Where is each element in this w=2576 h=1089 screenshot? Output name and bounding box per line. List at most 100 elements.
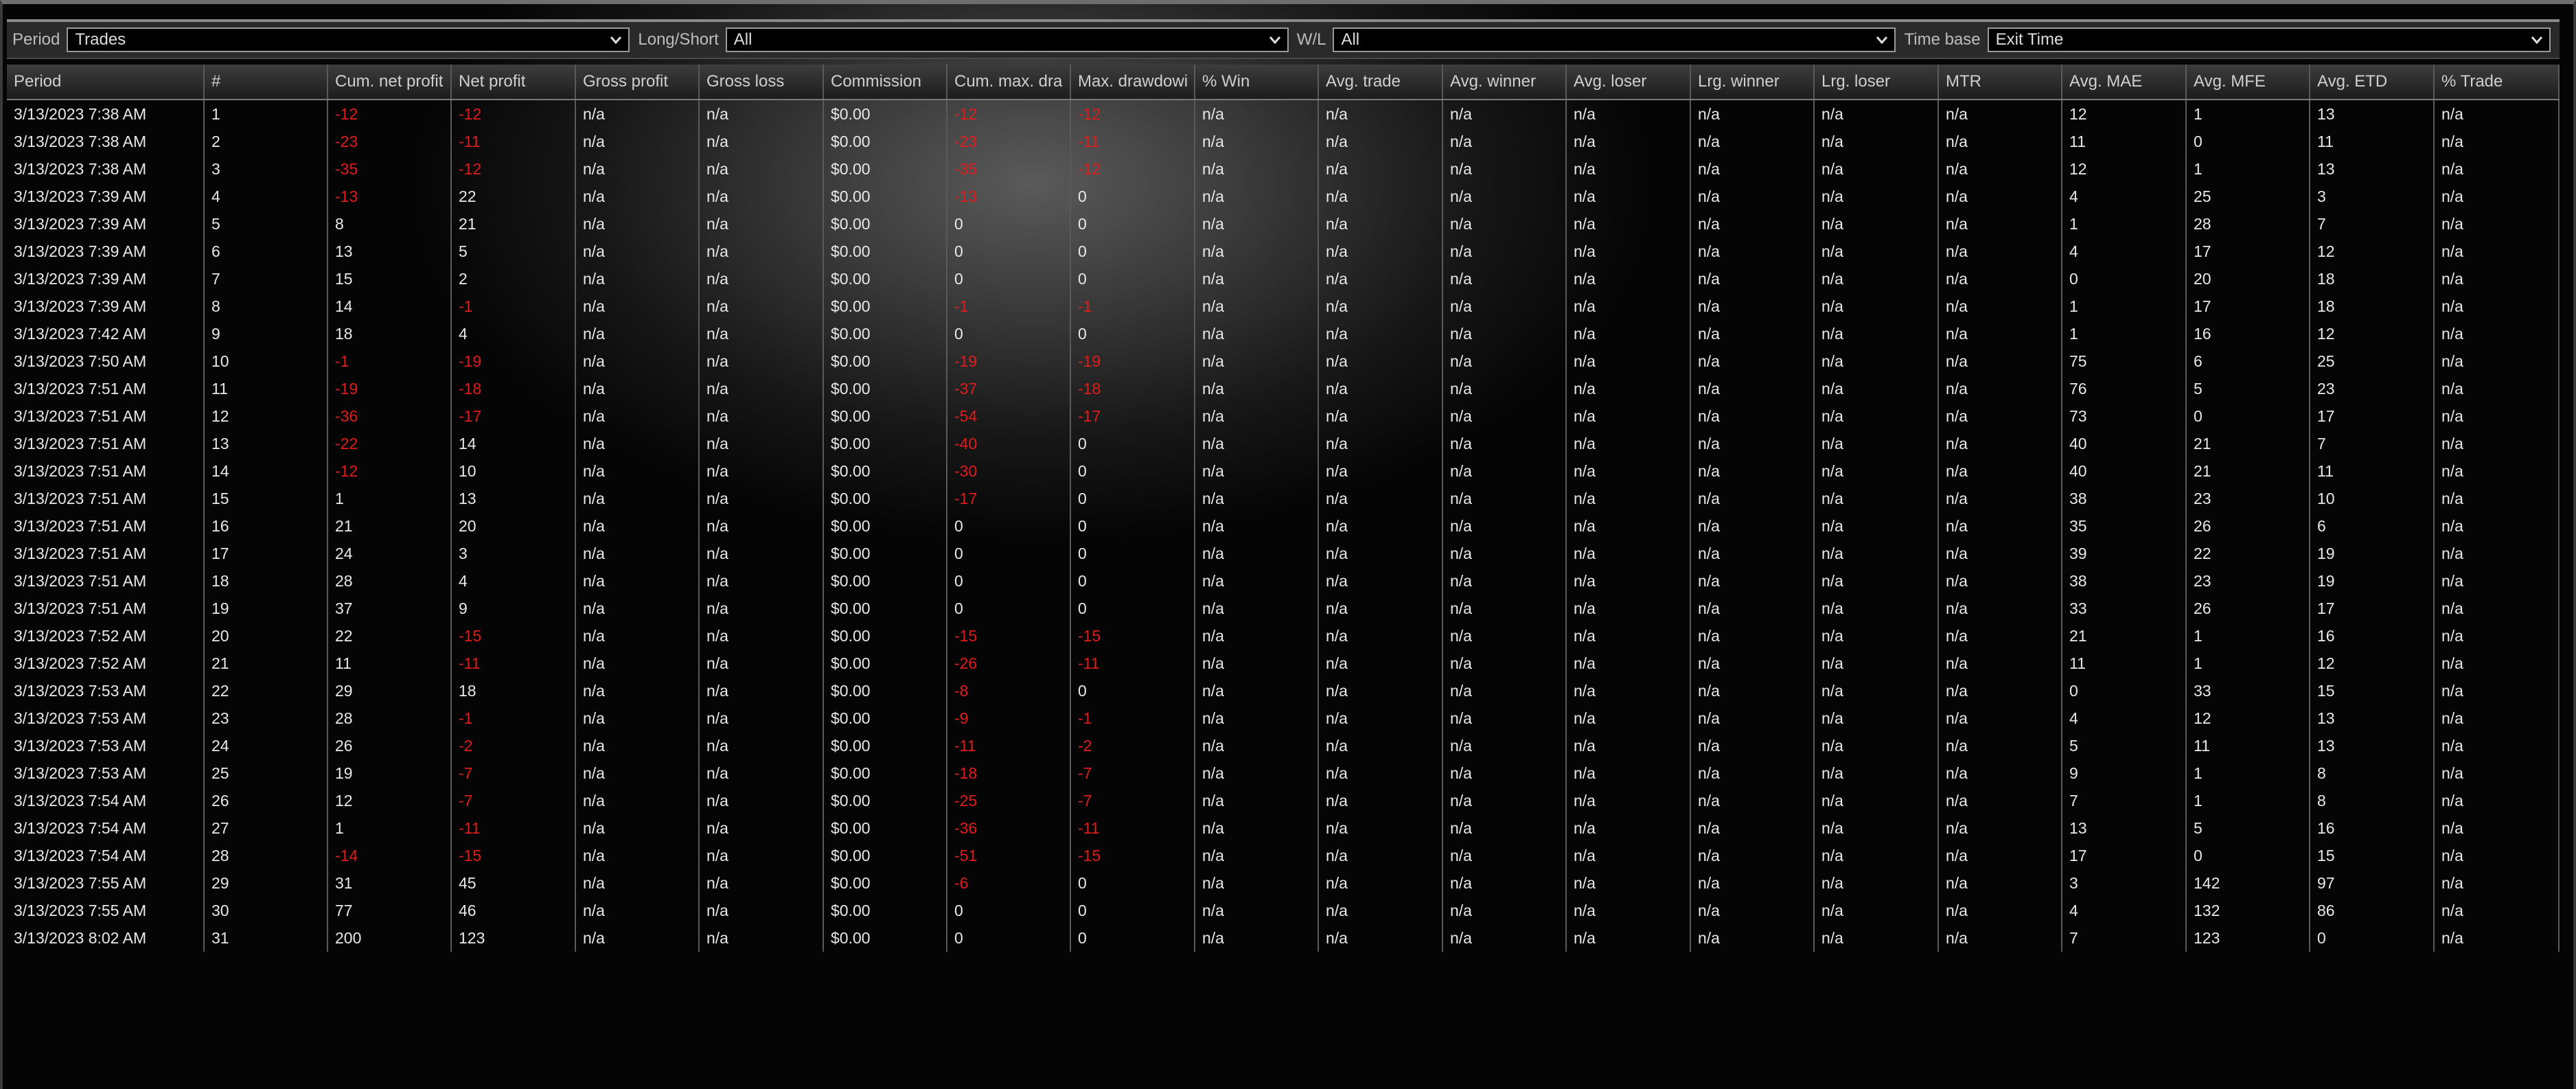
- table-row[interactable]: 3/13/2023 7:39 AM 8 14 -1 n/a n/a $0.00 -1 -1 n/a…: [7, 293, 2560, 320]
- table-cell-commission: $0.00: [824, 128, 947, 155]
- column-header-commission[interactable]: Commission: [824, 65, 947, 99]
- table-cell-avg-winner: n/a: [1443, 512, 1567, 540]
- table-cell-avg-winner: n/a: [1443, 759, 1567, 787]
- table-cell-cum-net-profit: 21: [328, 512, 452, 540]
- table-cell-avg-loser: n/a: [1567, 869, 1691, 897]
- table-cell-cum-net-profit: 1: [328, 485, 452, 512]
- column-header-trade[interactable]: % Trade: [2435, 65, 2560, 99]
- column-header-net-profit[interactable]: Net profit: [452, 65, 576, 99]
- table-cell-avg-mae: 4: [2062, 704, 2187, 732]
- table-cell-avg-loser: n/a: [1567, 430, 1691, 457]
- table-cell-avg-etd: 19: [2310, 540, 2435, 567]
- table-row[interactable]: 3/13/2023 7:51 AM 19 37 9 n/a n/a $0.00 0 0 n/a n/…: [7, 595, 2560, 622]
- time-base-select[interactable]: Exit Time: [1987, 27, 2551, 52]
- column-header-mtr[interactable]: MTR: [1939, 65, 2062, 99]
- table-cell-gross-profit: n/a: [576, 485, 700, 512]
- column-header-avg-winner[interactable]: Avg. winner: [1443, 65, 1567, 99]
- table-cell-gross-profit: n/a: [576, 540, 700, 567]
- table-cell-commission: $0.00: [824, 540, 947, 567]
- column-header-avg-mae[interactable]: Avg. MAE: [2062, 65, 2187, 99]
- table-row[interactable]: 3/13/2023 7:39 AM 5 8 21 n/a n/a $0.00 0 0 n/a n/a…: [7, 210, 2560, 238]
- long-short-select[interactable]: All: [725, 27, 1289, 52]
- column-header-num[interactable]: #: [205, 65, 328, 99]
- table-cell-avg-etd: 11: [2310, 457, 2435, 485]
- table-row[interactable]: 3/13/2023 7:39 AM 4 -13 22 n/a n/a $0.00 -13 0 n/…: [7, 183, 2560, 210]
- column-header-gross-profit[interactable]: Gross profit: [576, 65, 700, 99]
- table-row[interactable]: 3/13/2023 7:39 AM 6 13 5 n/a n/a $0.00 0 0 n/a n/a…: [7, 238, 2560, 265]
- table-row[interactable]: 3/13/2023 7:51 AM 12 -36 -17 n/a n/a $0.00 -54-…: [7, 402, 2560, 430]
- table-cell-lrg-loser: n/a: [1815, 677, 1939, 704]
- table-cell-cum-max-dra: -13: [947, 183, 1071, 210]
- table-row[interactable]: 3/13/2023 7:42 AM 9 18 4 n/a n/a $0.00 0 0 n/a n/a…: [7, 320, 2560, 347]
- table-row[interactable]: 3/13/2023 7:51 AM 16 21 20 n/a n/a $0.00 0 0 n/a n…: [7, 512, 2560, 540]
- table-cell-avg-winner: n/a: [1443, 265, 1567, 293]
- column-header-period[interactable]: Period: [7, 65, 205, 99]
- table-cell-num: 15: [205, 485, 328, 512]
- table-row[interactable]: 3/13/2023 7:51 AM 18 28 4 n/a n/a $0.00 0 0 n/a n/…: [7, 567, 2560, 595]
- column-header-cum-net-profit[interactable]: Cum. net profit: [328, 65, 452, 99]
- table-cell-max-drawdowi: -2: [1071, 732, 1195, 759]
- table-row[interactable]: 3/13/2023 7:51 AM 17 24 3 n/a n/a $0.00 0 0 n/a n/…: [7, 540, 2560, 567]
- table-cell-gross-profit: n/a: [576, 402, 700, 430]
- table-row[interactable]: 3/13/2023 7:38 AM 1 -12 -12 n/a n/a $0.00 -12 -1…: [7, 100, 2560, 128]
- table-cell-mtr: n/a: [1939, 347, 2062, 375]
- table-row[interactable]: 3/13/2023 7:50 AM 10 -1 -19 n/a n/a $0.00 -19 -1…: [7, 347, 2560, 375]
- table-cell-cum-net-profit: 18: [328, 320, 452, 347]
- table-row[interactable]: 3/13/2023 7:54 AM 26 12 -7 n/a n/a $0.00 -25 -7 n…: [7, 787, 2560, 814]
- table-cell-trade: n/a: [2435, 238, 2560, 265]
- table-row[interactable]: 3/13/2023 7:52 AM 21 11 -11 n/a n/a $0.00 -26 -1…: [7, 650, 2560, 677]
- table-cell-lrg-winner: n/a: [1691, 375, 1815, 402]
- table-row[interactable]: 3/13/2023 7:51 AM 11 -19 -18 n/a n/a $0.00 -37-…: [7, 375, 2560, 402]
- table-cell-net-profit: -2: [452, 732, 576, 759]
- table-cell-avg-trade: n/a: [1319, 814, 1443, 842]
- column-header-avg-mfe[interactable]: Avg. MFE: [2187, 65, 2310, 99]
- table-row[interactable]: 3/13/2023 7:53 AM 23 28 -1 n/a n/a $0.00 -9 -1 n/…: [7, 704, 2560, 732]
- table-row[interactable]: 3/13/2023 7:53 AM 24 26 -2 n/a n/a $0.00 -11 -2 n…: [7, 732, 2560, 759]
- table-row[interactable]: 3/13/2023 7:51 AM 15 1 13 n/a n/a $0.00 -17 0 n/a…: [7, 485, 2560, 512]
- table-cell-cum-max-dra: 0: [947, 512, 1071, 540]
- wl-select[interactable]: All: [1333, 27, 1896, 52]
- table-row[interactable]: 3/13/2023 7:38 AM 2 -23 -11 n/a n/a $0.00 -23 -1…: [7, 128, 2560, 155]
- column-header-win[interactable]: % Win: [1195, 65, 1319, 99]
- table-cell-win: n/a: [1195, 567, 1319, 595]
- table-cell-avg-mae: 75: [2062, 347, 2187, 375]
- column-header-avg-etd[interactable]: Avg. ETD: [2310, 65, 2435, 99]
- table-cell-num: 18: [205, 567, 328, 595]
- table-row[interactable]: 3/13/2023 7:53 AM 25 19 -7 n/a n/a $0.00 -18 -7 n…: [7, 759, 2560, 787]
- table-cell-num: 16: [205, 512, 328, 540]
- table-row[interactable]: 3/13/2023 7:51 AM 14 -12 10 n/a n/a $0.00 -30 0 n…: [7, 457, 2560, 485]
- column-header-avg-loser[interactable]: Avg. loser: [1567, 65, 1691, 99]
- column-header-lrg-winner[interactable]: Lrg. winner: [1691, 65, 1815, 99]
- table-cell-gross-loss: n/a: [700, 787, 824, 814]
- chevron-down-icon: [610, 36, 622, 45]
- table-cell-win: n/a: [1195, 869, 1319, 897]
- table-row[interactable]: 3/13/2023 7:38 AM 3 -35 -12 n/a n/a $0.00 -35 -1…: [7, 155, 2560, 183]
- table-row[interactable]: 3/13/2023 7:55 AM 29 31 45 n/a n/a $0.00 -6 0 n/a…: [7, 869, 2560, 897]
- table-row[interactable]: 3/13/2023 8:02 AM 31 200 123 n/a n/a $0.00 0 0 n/…: [7, 924, 2560, 952]
- table-cell-win: n/a: [1195, 320, 1319, 347]
- table-row[interactable]: 3/13/2023 7:54 AM 28 -14 -15 n/a n/a $0.00 -51-…: [7, 842, 2560, 869]
- table-row[interactable]: 3/13/2023 7:54 AM 27 1 -11 n/a n/a $0.00 -36 -11…: [7, 814, 2560, 842]
- column-header-gross-loss[interactable]: Gross loss: [700, 65, 824, 99]
- column-header-cum-max-dra[interactable]: Cum. max. dra: [947, 65, 1071, 99]
- column-header-avg-trade[interactable]: Avg. trade: [1319, 65, 1443, 99]
- table-cell-avg-mfe: 0: [2187, 402, 2310, 430]
- table-cell-num: 30: [205, 897, 328, 924]
- table-cell-gross-loss: n/a: [700, 457, 824, 485]
- table-cell-period: 3/13/2023 7:52 AM: [7, 622, 205, 650]
- column-header-max-drawdowi[interactable]: Max. drawdowi: [1071, 65, 1195, 99]
- period-select[interactable]: Trades: [67, 27, 630, 52]
- table-row[interactable]: 3/13/2023 7:39 AM 7 15 2 n/a n/a $0.00 0 0 n/a n/a…: [7, 265, 2560, 293]
- table-row[interactable]: 3/13/2023 7:53 AM 22 29 18 n/a n/a $0.00 -8 0 n/a…: [7, 677, 2560, 704]
- table-row[interactable]: 3/13/2023 7:51 AM 13 -22 14 n/a n/a $0.00 -40 0 n…: [7, 430, 2560, 457]
- table-cell-mtr: n/a: [1939, 842, 2062, 869]
- table-cell-net-profit: -7: [452, 759, 576, 787]
- table-cell-cum-net-profit: 24: [328, 540, 452, 567]
- table-cell-period: 3/13/2023 7:39 AM: [7, 293, 205, 320]
- table-cell-mtr: n/a: [1939, 650, 2062, 677]
- table-row[interactable]: 3/13/2023 7:52 AM 20 22 -15 n/a n/a $0.00 -15 -1…: [7, 622, 2560, 650]
- table-row[interactable]: 3/13/2023 7:55 AM 30 77 46 n/a n/a $0.00 0 0 n/a n…: [7, 897, 2560, 924]
- table-cell-cum-max-dra: 0: [947, 897, 1071, 924]
- column-header-lrg-loser[interactable]: Lrg. loser: [1815, 65, 1939, 99]
- table-cell-gross-profit: n/a: [576, 924, 700, 952]
